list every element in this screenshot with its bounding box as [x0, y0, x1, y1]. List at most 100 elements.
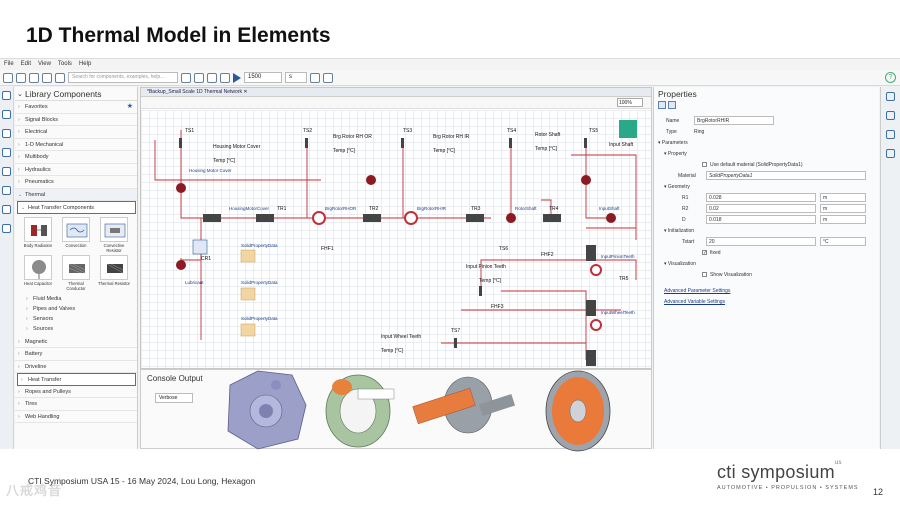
- variables-tab-icon[interactable]: [2, 167, 11, 176]
- show-visualization-checkbox[interactable]: [702, 272, 707, 278]
- library-sub-fluid-media[interactable]: › Fluid Media: [15, 294, 137, 304]
- library-item-heat-transfer-components[interactable]: ⌄ Heat Transfer Components: [17, 201, 136, 214]
- model-tab-icon[interactable]: [2, 110, 11, 119]
- node: [366, 175, 376, 185]
- menu-edit[interactable]: Edit: [21, 61, 31, 67]
- library-item-tires[interactable]: › Tires: [15, 398, 137, 411]
- search-input[interactable]: Search for components, examples, help...: [68, 72, 178, 83]
- run-simulation-button[interactable]: [233, 72, 241, 83]
- component-thermal-conductor[interactable]: Thermal Conductor: [59, 254, 93, 291]
- library-item-battery[interactable]: › Battery: [15, 348, 137, 361]
- parameters-section[interactable]: ▾ Parameters: [654, 137, 879, 148]
- grid-icon[interactable]: [207, 72, 217, 83]
- sim-unit-select[interactable]: s: [285, 72, 307, 83]
- tstart-input[interactable]: 20: [706, 237, 816, 246]
- chevron-right-icon: ›: [18, 363, 20, 370]
- zoom-select[interactable]: 100%: [617, 98, 643, 107]
- wrench-icon[interactable]: [886, 130, 895, 139]
- advanced-variable-link[interactable]: Advanced Variable Settings: [664, 299, 725, 305]
- properties-tab-icon[interactable]: [886, 111, 895, 120]
- new-file-icon[interactable]: [3, 72, 13, 83]
- sim-time-input[interactable]: 1500: [244, 72, 282, 83]
- component-heat-capacitor[interactable]: Heat Capacitor: [21, 254, 55, 291]
- material-input[interactable]: SolidPropertyData1: [706, 171, 866, 180]
- shield-icon[interactable]: [310, 72, 320, 83]
- property-section[interactable]: ▾ Property: [654, 148, 879, 159]
- library-tab-icon[interactable]: [2, 91, 11, 100]
- close-icon[interactable]: ✕: [243, 89, 247, 95]
- heat-capacitor-ball: [32, 259, 46, 274]
- check-model-icon[interactable]: [194, 72, 204, 83]
- component-convective-resistor[interactable]: Convective Resistor: [97, 216, 131, 253]
- analysis-tab-icon[interactable]: [2, 205, 11, 214]
- menu-view[interactable]: View: [38, 61, 51, 67]
- console-level-select[interactable]: Verbose: [155, 393, 193, 403]
- thermal-network-svg: TS1 Housing Motor Cover Temp [°C] Housin…: [154, 120, 637, 366]
- library-item-heat-transfer[interactable]: › Heat Transfer: [17, 373, 136, 386]
- library-item-electrical[interactable]: › Electrical: [15, 126, 137, 139]
- r2-input[interactable]: 0.02: [706, 204, 816, 213]
- plots-tab-icon[interactable]: [2, 186, 11, 195]
- menu-tools[interactable]: Tools: [58, 61, 72, 67]
- menu-file[interactable]: File: [4, 61, 14, 67]
- library-item-1d-mechanical[interactable]: › 1-D Mechanical: [15, 139, 137, 151]
- d-unit-select[interactable]: m: [820, 215, 866, 224]
- library-sub-sources[interactable]: › Sources: [15, 324, 137, 334]
- library-sub-sensors[interactable]: › Sensors: [15, 314, 137, 324]
- library-item-pneumatics[interactable]: › Pneumatics: [15, 176, 137, 189]
- r1-unit-select[interactable]: m: [820, 193, 866, 202]
- star-icon[interactable]: ★: [127, 101, 133, 114]
- geometry-section[interactable]: ▾ Geometry: [654, 181, 879, 192]
- component-body-radiation[interactable]: Body Radiation: [21, 216, 55, 253]
- library-item-signal-blocks[interactable]: › Signal Blocks: [15, 114, 137, 126]
- fixed-checkbox[interactable]: [702, 250, 707, 256]
- plot-icon[interactable]: [181, 72, 191, 83]
- components-tab-icon[interactable]: [2, 224, 11, 233]
- label-rotor-shaft-2: RotorShaft: [515, 206, 537, 211]
- elements-logo: [619, 120, 637, 138]
- library-item-thermal[interactable]: ⌄ Thermal: [15, 188, 137, 201]
- list-view-icon[interactable]: [668, 101, 676, 109]
- search-tab-icon[interactable]: [886, 149, 895, 158]
- convective-resistor-core: [110, 227, 120, 233]
- r1-input[interactable]: 0.028: [706, 193, 816, 202]
- r2-unit-select[interactable]: m: [820, 204, 866, 213]
- library-item-web-handling[interactable]: › Web Handling: [15, 411, 137, 423]
- advanced-parameter-link[interactable]: Advanced Parameter Settings: [664, 288, 730, 294]
- transfer-icon[interactable]: [323, 72, 333, 83]
- notes-icon[interactable]: [220, 72, 230, 83]
- copy-icon[interactable]: [55, 72, 65, 83]
- initialization-section[interactable]: ▾ Initialization: [654, 225, 879, 236]
- name-input[interactable]: BrgRotorRHIR: [694, 116, 774, 125]
- node: [176, 260, 186, 270]
- use-default-checkbox[interactable]: [702, 162, 707, 168]
- grid-view-icon[interactable]: [658, 101, 666, 109]
- library-item-ropes-pulleys[interactable]: › Ropes and Pulleys: [15, 386, 137, 398]
- label-input-pinion: Input Pinion Teeth: [466, 264, 506, 270]
- library-item-driveline[interactable]: › Driveline: [15, 361, 137, 373]
- save-icon[interactable]: [29, 72, 39, 83]
- tstart-unit-select[interactable]: °C: [820, 237, 866, 246]
- diagram-canvas[interactable]: TS1 Housing Motor Cover Temp [°C] Housin…: [141, 110, 651, 368]
- help-icon[interactable]: ?: [885, 72, 896, 83]
- files-tab-icon[interactable]: [2, 148, 11, 157]
- lock-icon[interactable]: [886, 92, 895, 101]
- diagram-tab[interactable]: *Backup_Small Scale 1D Thermal Network ✕: [141, 88, 651, 97]
- library-item-multibody[interactable]: › Multibody: [15, 151, 137, 164]
- library-sub-pipes-valves[interactable]: › Pipes and Valves: [15, 304, 137, 314]
- search-tab-icon[interactable]: [2, 129, 11, 138]
- chevron-down-icon[interactable]: ⌄: [17, 90, 23, 98]
- library-icon[interactable]: [42, 72, 52, 83]
- component-convection[interactable]: Convection: [59, 216, 93, 253]
- visualization-section[interactable]: ▾ Visualization: [654, 258, 879, 269]
- label-temp-2: Temp [°C]: [333, 148, 356, 154]
- library-item-hydraulics[interactable]: › Hydraulics: [15, 164, 137, 176]
- component-thermal-resistor[interactable]: Thermal Resistor: [97, 254, 131, 291]
- menu-help[interactable]: Help: [79, 61, 91, 67]
- library-item-magnetic[interactable]: › Magnetic: [15, 336, 137, 348]
- library-item-favorites[interactable]: › Favorites ★: [15, 101, 137, 114]
- chevron-right-icon: ›: [18, 129, 20, 135]
- diagram-window: *Backup_Small Scale 1D Thermal Network ✕…: [140, 87, 652, 369]
- d-input[interactable]: 0.018: [706, 215, 816, 224]
- open-folder-icon[interactable]: [16, 72, 26, 83]
